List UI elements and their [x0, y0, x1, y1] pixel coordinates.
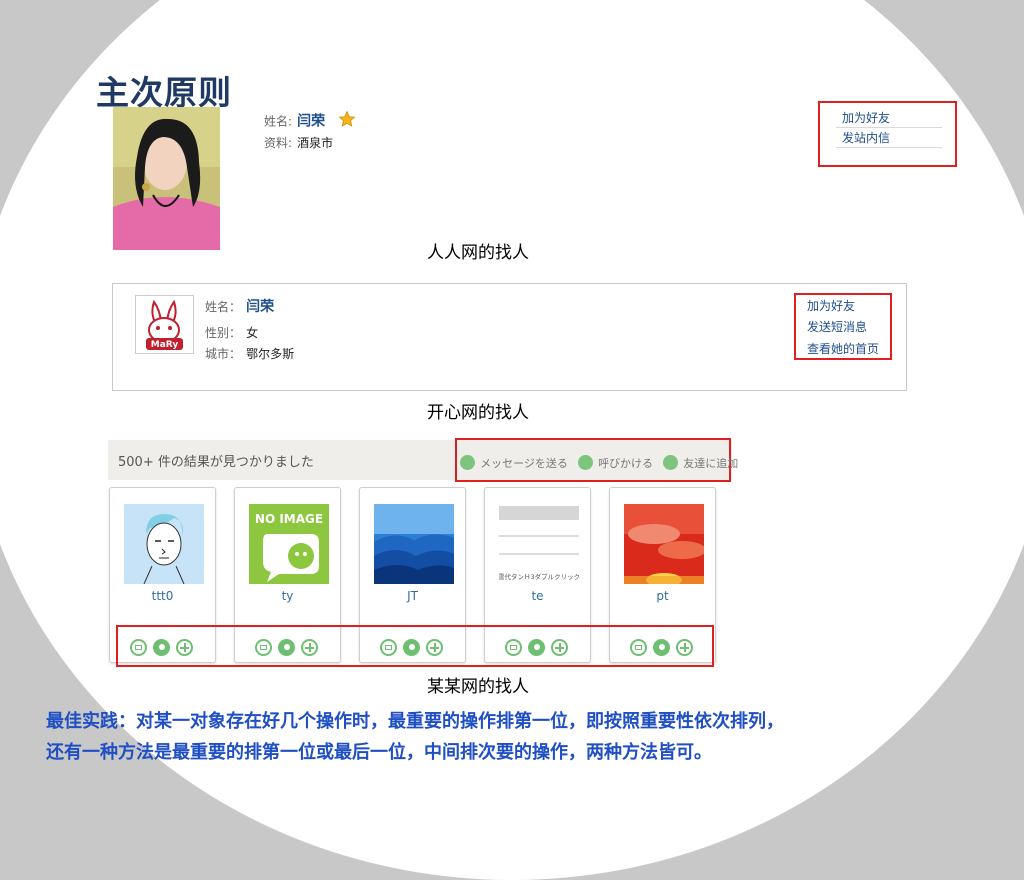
best-practice-text: 最佳实践：对某一对象存在好几个操作时，最重要的操作排第一位，即按照重要性依次排列… — [46, 706, 784, 768]
user-thumbnail[interactable]: 雪代タンＨ3ダブルクリック — [499, 504, 579, 584]
message-icon[interactable] — [460, 455, 475, 470]
divider — [836, 147, 942, 148]
profile-city: 酒泉市 — [297, 136, 334, 150]
send-message-link[interactable]: 发站内信 — [842, 129, 890, 146]
star-icon — [338, 110, 356, 132]
profile-photo[interactable] — [113, 107, 220, 250]
user-thumbnail[interactable] — [624, 504, 704, 584]
add-friend-link[interactable]: 加为好友 — [842, 109, 890, 126]
city-label: 城市： — [205, 347, 242, 361]
user-name[interactable]: te — [485, 589, 590, 603]
no-image-text: NO IMAGE — [255, 512, 323, 526]
kaixin-name-row: 姓名： 闫荣 — [205, 296, 274, 316]
kaixin-caption: 开心网的找人 — [427, 403, 529, 423]
renren-caption: 人人网的找人 — [427, 243, 529, 263]
call-action[interactable]: 呼びかける — [598, 457, 653, 470]
te-thumb-text: 雪代タンＨ3ダブルクリック — [499, 572, 579, 581]
profile-name[interactable]: 闫荣 — [297, 114, 325, 130]
user-thumbnail[interactable]: NO IMAGE — [249, 504, 329, 584]
avatar-logo-text: MaRy — [151, 340, 179, 350]
user-name[interactable]: ty — [235, 589, 340, 603]
renren-info-row: 资料: 酒泉市 — [264, 132, 333, 151]
add-friend-action[interactable]: 友達に追加 — [683, 457, 738, 470]
user-thumbnail[interactable] — [124, 504, 204, 584]
divider — [836, 127, 942, 128]
send-message-action[interactable]: メッセージを送る — [480, 457, 568, 470]
profile-name[interactable]: 闫荣 — [246, 299, 274, 315]
view-homepage-link[interactable]: 查看她的首页 — [807, 340, 879, 357]
card-actions-highlight — [116, 625, 714, 667]
kaixin-gender-row: 性别： 女 — [205, 322, 258, 341]
best-practice-line-2: 还有一种方法是最重要的排第一位或最后一位，中间排次要的操作，两种方法皆可。 — [46, 742, 712, 763]
name-label: 姓名： — [205, 300, 242, 314]
user-name[interactable]: JT — [360, 589, 465, 603]
user-thumbnail[interactable] — [374, 504, 454, 584]
gender-label: 性别： — [205, 326, 242, 340]
user-name[interactable]: ttt0 — [110, 589, 215, 603]
bunny-avatar[interactable]: MaRy — [135, 295, 194, 354]
add-friend-link[interactable]: 加为好友 — [807, 297, 855, 314]
renren-name-row: 姓名: 闫荣 — [264, 110, 356, 132]
user-name[interactable]: pt — [610, 589, 715, 603]
results-count: 500+ 件の結果が見つかりました — [118, 455, 314, 470]
some-site-caption: 某某网的找人 — [427, 677, 529, 697]
best-practice-line-1: 最佳实践：对某一对象存在好几个操作时，最重要的操作排第一位，即按照重要性依次排列… — [46, 711, 784, 732]
profile-gender: 女 — [246, 326, 259, 340]
send-message-link[interactable]: 发送短消息 — [807, 318, 867, 335]
call-icon[interactable] — [577, 455, 593, 470]
info-label: 资料: — [264, 136, 293, 150]
bulk-actions: メッセージを送る 呼びかける 友達に追加 — [460, 452, 738, 471]
add-friend-icon[interactable] — [663, 455, 679, 470]
name-label: 姓名: — [264, 114, 293, 129]
profile-city: 鄂尔多斯 — [246, 347, 295, 361]
kaixin-city-row: 城市： 鄂尔多斯 — [205, 343, 294, 362]
